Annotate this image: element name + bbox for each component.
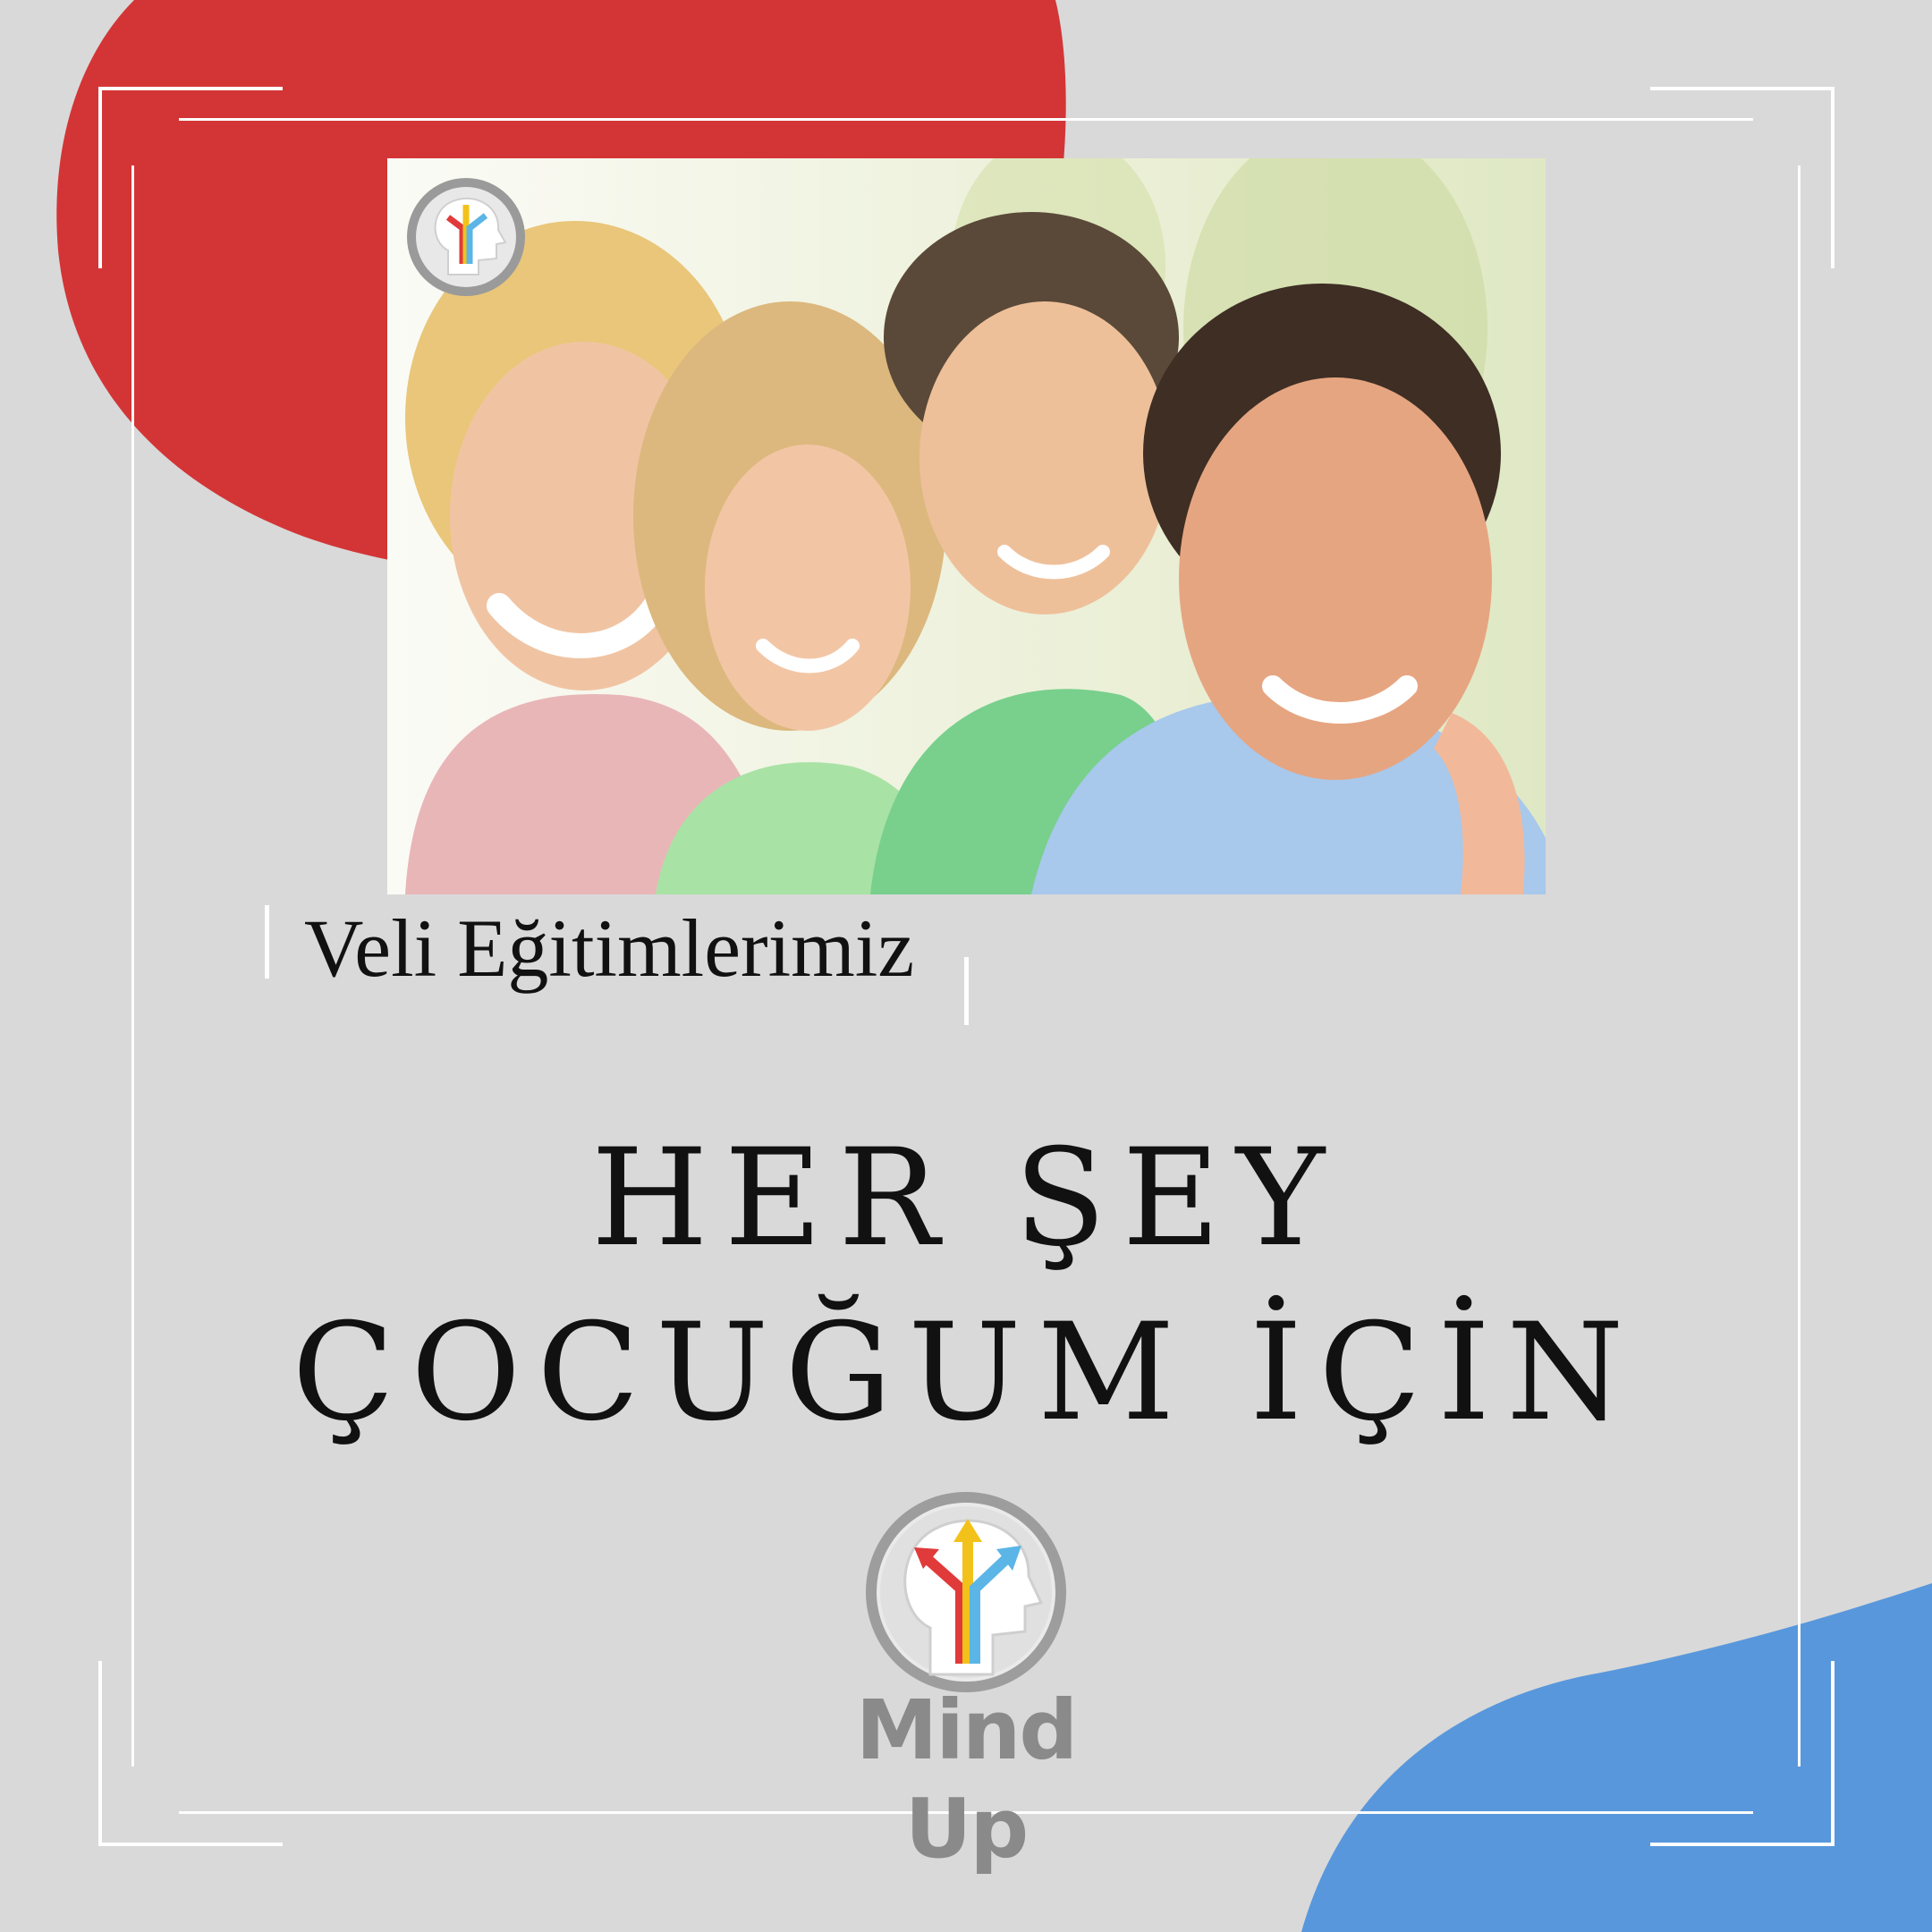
family-photo	[387, 158, 1546, 894]
headline-line-1: HER ŞEY	[590, 1121, 1342, 1276]
corner-bl-v	[98, 1661, 102, 1846]
corner-tr-h	[1650, 87, 1835, 90]
mind-up-logo	[859, 1485, 1073, 1699]
mind-up-logo-icon	[866, 1492, 1066, 1692]
corner-bl-h	[98, 1843, 283, 1846]
subtitle-veli-egitimlerimiz: Veli Eğitimlerimiz	[304, 902, 915, 994]
corner-tl-h	[98, 87, 283, 90]
brand-name: Mind Up	[855, 1682, 1078, 1877]
subtitle-bracket-left	[265, 905, 269, 979]
frame-right-line	[1798, 165, 1801, 1767]
frame-left-line	[131, 165, 134, 1767]
frame-top-line	[179, 118, 1753, 121]
corner-tr-v	[1831, 87, 1835, 268]
headline-line-2: ÇOCUĞUM İÇİN	[292, 1295, 1640, 1451]
family-photo-icon	[387, 158, 1546, 894]
corner-br-h	[1650, 1843, 1835, 1846]
photo-logo-badge	[407, 178, 525, 296]
corner-tl-v	[98, 87, 102, 268]
corner-br-v	[1831, 1661, 1835, 1846]
